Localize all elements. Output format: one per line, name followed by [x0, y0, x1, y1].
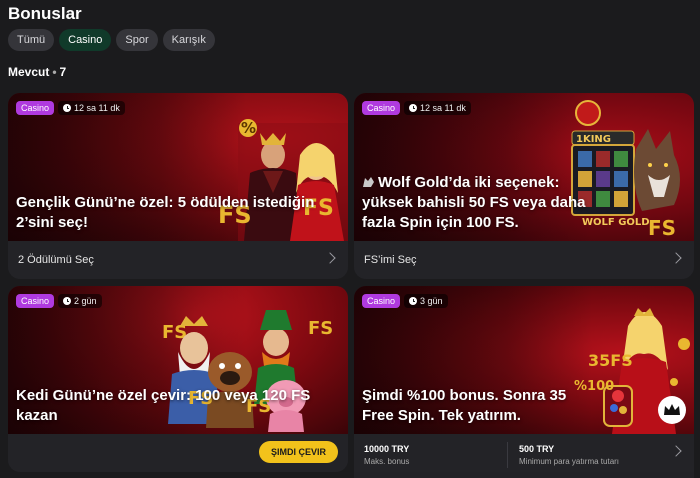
section-count: 7	[59, 65, 67, 79]
choose-fs-link[interactable]: FS’imi Seç	[364, 254, 417, 266]
chevron-right-icon[interactable]	[670, 252, 682, 264]
clock-icon	[409, 297, 418, 305]
bonus-footer-action[interactable]: 2 Ödülümü Seç	[8, 241, 348, 279]
bonus-banner[interactable]: FS FS FS FS Casino 2 gün Kedi Günü’ne öz…	[8, 286, 348, 434]
bonus-headline: Şimdi %100 bonus. Sonra 35 Free Spin. Te…	[362, 387, 567, 424]
min-deposit-caption: Minimum para yatırma tutarı	[519, 457, 620, 466]
bonus-tags: Casino 12 sa 11 dk	[362, 101, 471, 115]
min-deposit-value: 500 TRY	[519, 444, 555, 454]
clock-icon	[63, 297, 72, 305]
bonus-banner[interactable]: % FS FS Casino 12 sa 11 dk Gençlik Günü’…	[8, 93, 348, 241]
svg-text:FS: FS	[308, 318, 333, 339]
clock-icon	[409, 104, 418, 112]
svg-text:%: %	[241, 119, 256, 137]
time-remaining-badge: 2 gün	[58, 294, 102, 308]
max-bonus-value: 10000 TRY	[364, 444, 410, 454]
wolf-icon	[363, 177, 374, 187]
bonus-card-youth-day[interactable]: % FS FS Casino 12 sa 11 dk Gençlik Günü’…	[8, 93, 348, 279]
bonus-footer-action: ŞIMDI ÇEVIR	[8, 434, 348, 472]
svg-text:1KING: 1KING	[576, 134, 611, 145]
bonus-details-row[interactable]: 10000 TRY Maks. bonus 500 TRY Minimum pa…	[354, 434, 694, 472]
category-badge: Casino	[362, 294, 401, 308]
divider	[507, 442, 508, 468]
time-remaining-badge: 3 gün	[404, 294, 448, 308]
chevron-right-icon[interactable]	[670, 445, 682, 457]
bonus-tags: Casino 3 gün	[362, 294, 448, 308]
bonus-headline: Kedi Günü’ne özel çevir: 100 veya 120 FS…	[16, 387, 311, 424]
choose-reward-link[interactable]: 2 Ödülümü Seç	[18, 254, 94, 266]
time-remaining-badge: 12 sa 11 dk	[58, 101, 125, 115]
filter-chip-all[interactable]: Tümü	[8, 29, 55, 51]
max-bonus-stat: 10000 TRY Maks. bonus	[364, 444, 409, 466]
filter-chip-casino[interactable]: Casino	[59, 29, 112, 51]
category-badge: Casino	[362, 101, 401, 115]
bonus-card-cat-day[interactable]: FS FS FS FS Casino 2 gün Kedi Günü’ne öz…	[8, 286, 348, 472]
time-remaining-badge: 12 sa 11 dk	[404, 101, 471, 115]
bonus-tags: Casino 2 gün	[16, 294, 102, 308]
spin-now-button[interactable]: ŞIMDI ÇEVIR	[258, 441, 338, 463]
bonus-tags: Casino 12 sa 11 dk	[16, 101, 125, 115]
bonus-headline: Gençlik Günü’ne özel: 5 ödülden istediği…	[16, 194, 315, 231]
section-heading: Mevcut • 7	[8, 65, 67, 79]
bonus-headline: Wolf Gold’da iki seçenek: yüksek bahisli…	[362, 174, 586, 231]
section-title: Mevcut	[8, 65, 50, 79]
filter-chip-sport[interactable]: Spor	[116, 29, 158, 51]
bonus-banner[interactable]: 35FS %100 Casino 3 gün Şimdi %100 bonus.…	[354, 286, 694, 434]
category-badge: Casino	[16, 294, 55, 308]
crown-icon	[658, 396, 686, 424]
category-badge: Casino	[16, 101, 55, 115]
filter-tabs: Tümü Casino Spor Karışık	[8, 29, 215, 51]
clock-icon	[63, 104, 72, 112]
max-bonus-caption: Maks. bonus	[364, 457, 410, 466]
min-deposit-stat: 500 TRY Minimum para yatırma tutarı	[519, 444, 619, 466]
bonus-footer-action[interactable]: FS’imi Seç	[354, 241, 694, 279]
bonus-banner[interactable]: 1KING WOLF GOLD FS Casino 12 sa 11 dk Wo…	[354, 93, 694, 241]
bonus-card-welcome-deposit[interactable]: 35FS %100 Casino 3 gün Şimdi %100 bonus.…	[354, 286, 694, 478]
svg-text:FS: FS	[648, 216, 676, 240]
page-title: Bonuslar	[8, 4, 82, 23]
chevron-right-icon[interactable]	[324, 252, 336, 264]
svg-text:35FS: 35FS	[588, 351, 633, 370]
filter-chip-mixed[interactable]: Karışık	[162, 29, 215, 51]
bonus-card-wolf-gold[interactable]: 1KING WOLF GOLD FS Casino 12 sa 11 dk Wo…	[354, 93, 694, 279]
